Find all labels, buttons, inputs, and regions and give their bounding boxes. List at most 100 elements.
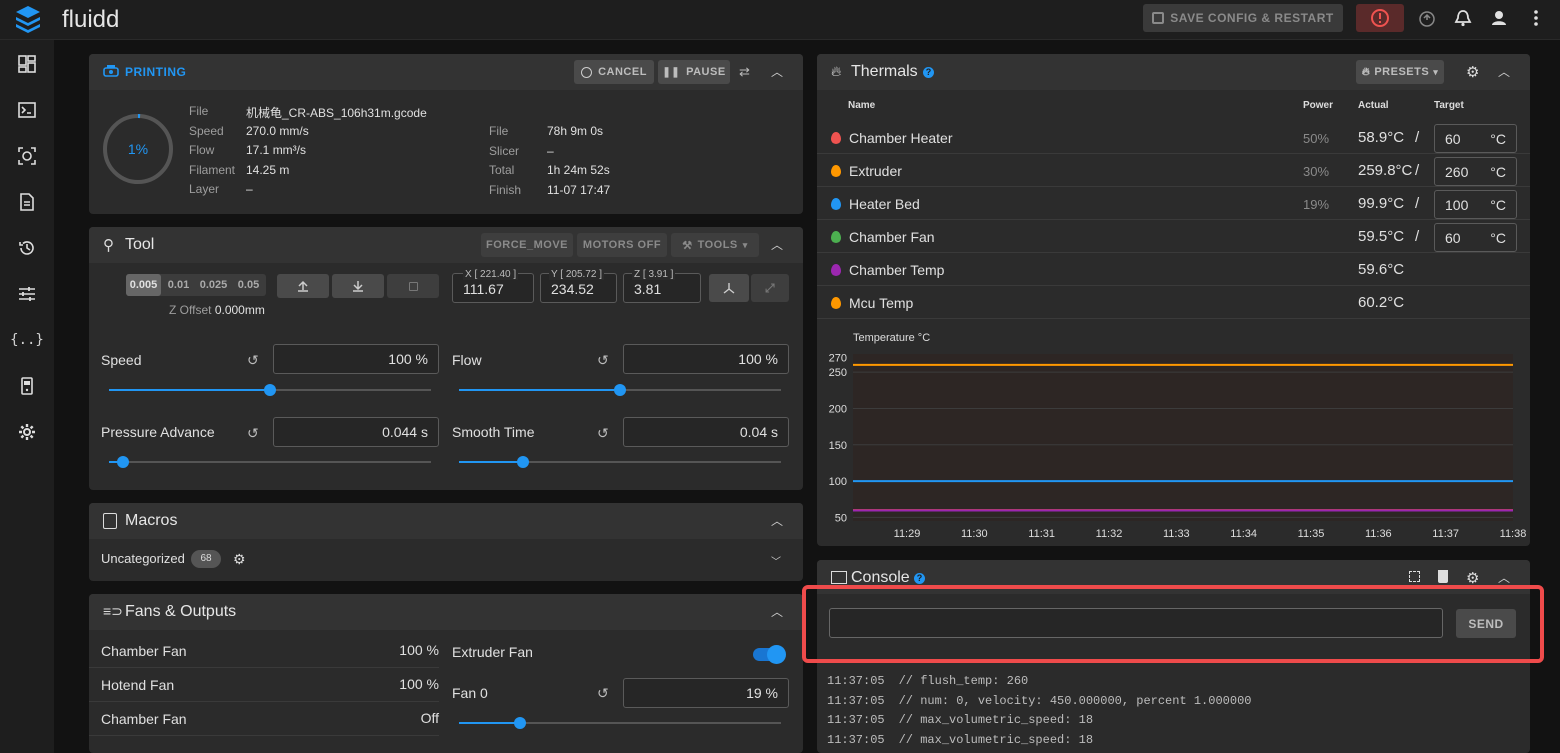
- collapse-console-icon[interactable]: ︿: [1498, 569, 1510, 586]
- print-info-label: File: [189, 104, 209, 118]
- dashboard-icon[interactable]: [12, 49, 42, 79]
- step-size-button[interactable]: 0.025: [196, 274, 231, 296]
- save-z-button[interactable]: [387, 274, 439, 298]
- console-icon[interactable]: [12, 95, 42, 125]
- pause-print-button[interactable]: ❚❚ PAUSE: [658, 60, 730, 84]
- target-input[interactable]: 60 °C: [1434, 223, 1517, 252]
- fullscreen-icon[interactable]: [1409, 571, 1420, 582]
- z-position-label: Z [ 3.91 ]: [632, 269, 676, 280]
- macro-category-label[interactable]: Uncategorized: [101, 551, 185, 566]
- x-tick-label: 11:35: [1298, 528, 1325, 540]
- fluidd-logo-icon[interactable]: [14, 4, 42, 34]
- more-vert-icon[interactable]: [1526, 8, 1546, 28]
- speed-slider[interactable]: [109, 384, 431, 396]
- camera-icon[interactable]: [12, 141, 42, 171]
- thermal-settings-icon[interactable]: ⚙: [1466, 63, 1479, 81]
- speed-input[interactable]: 100 %: [273, 344, 439, 374]
- speed-reset-icon[interactable]: ↺: [247, 352, 259, 369]
- motors-off-button[interactable]: MOTORS OFF: [577, 233, 667, 257]
- console-help-icon[interactable]: ?: [914, 573, 925, 584]
- smooth-time-slider[interactable]: [459, 456, 781, 468]
- flow-reset-icon[interactable]: ↺: [597, 352, 609, 369]
- temperature-chart: Temperature °C 50 100 150 200 250 270 11:29 11:3…: [817, 326, 1530, 546]
- sensor-power: 50%: [1303, 131, 1330, 146]
- z-down-button[interactable]: [332, 274, 384, 298]
- sensor-icon: [831, 264, 841, 276]
- printing-title: PRINTING: [125, 65, 187, 79]
- collapse-thermals-icon[interactable]: ︿: [1498, 63, 1510, 80]
- save-icon: [1152, 12, 1165, 24]
- arrow-up-icon: [298, 280, 308, 292]
- device-icon[interactable]: [12, 371, 42, 401]
- fan0-reset-icon[interactable]: ↺: [597, 685, 609, 702]
- presets-button[interactable]: 🔥︎ PRESETS ▾: [1356, 60, 1444, 84]
- slider-knob[interactable]: [264, 384, 276, 396]
- step-size-button[interactable]: 0.005: [126, 274, 161, 296]
- tune-icon[interactable]: [12, 279, 42, 309]
- thermals-title: Thermals: [851, 63, 918, 80]
- slider-knob[interactable]: [117, 456, 130, 468]
- save-config-restart-button[interactable]: SAVE CONFIG & RESTART: [1143, 4, 1343, 32]
- extruder-fan-toggle[interactable]: [753, 645, 786, 664]
- collapse-printing-icon[interactable]: ︿: [771, 63, 783, 80]
- user-icon[interactable]: [1489, 8, 1509, 28]
- collapse-macros-icon[interactable]: ︿: [771, 512, 783, 529]
- target-unit: °C: [1490, 164, 1506, 180]
- pressure-advance-input[interactable]: 0.044 s: [273, 417, 439, 447]
- history-icon[interactable]: [12, 233, 42, 263]
- print-info-value: –: [246, 182, 253, 196]
- cancel-print-button[interactable]: CANCEL: [574, 60, 654, 84]
- z-position-field[interactable]: Z [ 3.91 ] 3.81: [623, 269, 701, 303]
- console-time: 11:37:05: [827, 693, 885, 708]
- trash-icon[interactable]: [1438, 570, 1448, 583]
- x-position-field[interactable]: X [ 221.40 ] 111.67: [452, 269, 534, 303]
- target-input[interactable]: 260 °C: [1434, 157, 1517, 186]
- bell-icon[interactable]: [1453, 8, 1473, 28]
- pressure-advance-label: Pressure Advance: [101, 424, 215, 440]
- slider-knob[interactable]: [614, 384, 626, 396]
- y-tick-label: 200: [829, 403, 847, 415]
- flow-input[interactable]: 100 %: [623, 344, 789, 374]
- tools-menu-button[interactable]: ⚒ TOOLS ▾: [671, 233, 759, 257]
- macros-card: Macros ︿ Uncategorized 68 ⚙ ﹀: [89, 503, 803, 581]
- smooth-time-reset-icon[interactable]: ↺: [597, 425, 609, 442]
- collapse-fans-icon[interactable]: ︿: [771, 603, 783, 620]
- step-size-button[interactable]: 0.01: [161, 274, 196, 296]
- target-input[interactable]: 60 °C: [1434, 124, 1517, 153]
- slider-fill: [459, 389, 620, 391]
- settings-icon[interactable]: [12, 417, 42, 447]
- smooth-time-input[interactable]: 0.04 s: [623, 417, 789, 447]
- file-icon[interactable]: [12, 187, 42, 217]
- power-icon[interactable]: [1417, 9, 1437, 29]
- fan0-slider[interactable]: [459, 717, 781, 729]
- console-text: // max_volumetric_speed: 18: [898, 732, 1094, 747]
- expand-macros-icon[interactable]: ﹀: [771, 553, 781, 568]
- y-position-field[interactable]: Y [ 205.72 ] 234.52: [540, 269, 617, 303]
- force-move-button[interactable]: FORCE_MOVE: [481, 233, 573, 257]
- flow-slider[interactable]: [459, 384, 781, 396]
- tool-title: Tool: [125, 236, 155, 253]
- slider-knob[interactable]: [514, 717, 527, 729]
- slider-fill: [459, 722, 521, 724]
- home-all-button[interactable]: [709, 274, 749, 302]
- pressure-advance-reset-icon[interactable]: ↺: [247, 425, 259, 442]
- exclude-object-icon[interactable]: ⇄: [739, 64, 750, 80]
- fan-value: Off: [420, 710, 439, 726]
- col-power-header: Power: [1303, 100, 1334, 111]
- fan-name: Chamber Fan: [101, 711, 187, 727]
- step-size-button[interactable]: 0.05: [231, 274, 266, 296]
- fan0-input[interactable]: 19 %: [623, 678, 789, 708]
- macro-settings-icon[interactable]: ⚙: [233, 551, 246, 568]
- target-input[interactable]: 100 °C: [1434, 190, 1517, 219]
- console-text: // flush_temp: 260: [898, 674, 1029, 688]
- z-up-button[interactable]: [277, 274, 329, 298]
- chart-title: Temperature °C: [853, 332, 930, 344]
- emergency-stop-button[interactable]: [1356, 4, 1404, 32]
- expand-axes-button[interactable]: ⤢: [751, 274, 789, 302]
- pressure-advance-slider[interactable]: [109, 456, 431, 468]
- slider-knob[interactable]: [517, 456, 530, 468]
- macros-icon[interactable]: {..}: [10, 325, 44, 355]
- collapse-tool-icon[interactable]: ︿: [771, 236, 783, 253]
- x-position-value: 111.67: [463, 281, 504, 297]
- help-icon[interactable]: ?: [923, 67, 934, 78]
